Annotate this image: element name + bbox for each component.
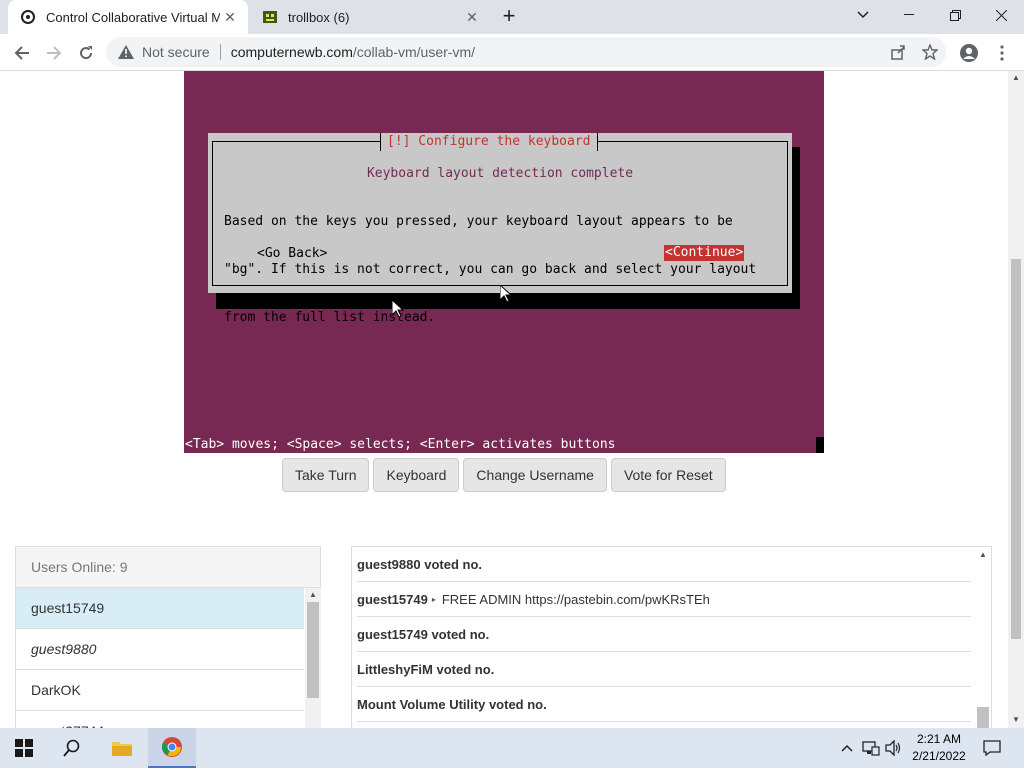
dialog-body: Based on the keys you pressed, your keyb… — [224, 182, 756, 358]
scroll-down-arrow-icon[interactable]: ▼ — [1012, 715, 1020, 724]
vm-corner-block — [816, 437, 824, 453]
chat-message: guest15749 voted no. — [357, 617, 971, 652]
change-username-button[interactable]: Change Username — [463, 458, 607, 492]
omnibox[interactable]: Not secure computernewb.com /collab-vm/u… — [106, 37, 946, 67]
volume-icon[interactable] — [884, 738, 904, 758]
vm-cursor-icon — [500, 285, 512, 303]
chat-text: voted no. — [488, 696, 547, 712]
user-list-item[interactable]: guest27744 — [16, 711, 304, 728]
dialog-body-line: "bg". If this is not correct, you can go… — [224, 262, 757, 277]
chat-message: guest9880 voted no. — [357, 547, 971, 582]
scrollbar-thumb[interactable] — [307, 602, 319, 698]
vm-display[interactable]: [!] Configure the keyboard Keyboard layo… — [184, 71, 824, 453]
mouse-pointer-icon — [392, 300, 404, 318]
minimize-icon[interactable] — [886, 0, 932, 30]
scrollbar-thumb[interactable] — [977, 707, 989, 728]
browser-tab-bar: Control Collaborative Virtual Ma ✕ troll… — [0, 0, 1024, 34]
forward-arrow-icon[interactable] — [40, 39, 68, 67]
chat-message: Mount Volume Utility voted no. — [357, 687, 971, 722]
tab-collab-vm[interactable]: Control Collaborative Virtual Ma ✕ — [8, 0, 248, 34]
warning-icon[interactable] — [118, 44, 134, 60]
url-path: /collab-vm/user-vm/ — [352, 44, 476, 60]
chrome-icon[interactable] — [148, 728, 196, 768]
users-online-header: Users Online: 9 — [16, 547, 320, 588]
profile-avatar-icon[interactable] — [955, 39, 983, 67]
tab-search-chevron-icon[interactable] — [840, 0, 886, 30]
keyboard-button[interactable]: Keyboard — [373, 458, 460, 492]
message-arrow-icon: ▸ — [431, 594, 436, 604]
chat-text: voted no. — [436, 661, 495, 677]
close-tab-icon[interactable]: ✕ — [220, 7, 240, 27]
menu-kebab-icon[interactable] — [988, 39, 1016, 67]
keyboard-config-dialog: [!] Configure the keyboard Keyboard layo… — [208, 133, 792, 325]
share-icon[interactable] — [890, 44, 906, 60]
chat-username: guest9880 — [357, 556, 421, 572]
dialog-title: [!] Configure the keyboard — [380, 133, 598, 151]
chat-text: FREE ADMIN https://pastebin.com/pwKRsTEh — [441, 591, 710, 607]
omnibox-divider — [219, 44, 221, 60]
tab-title: trollbox (6) — [288, 9, 350, 25]
windows-start-icon[interactable] — [0, 728, 48, 768]
chat-message: guest15749 ▸ FREE ADMIN https://pastebin.c… — [357, 582, 971, 617]
trollbox-favicon-icon — [262, 9, 278, 25]
web-page: [!] Configure the keyboard Keyboard layo… — [0, 71, 1008, 728]
chat-panel: guest9880 voted no. guest15749 ▸ FREE ADMI… — [351, 546, 992, 728]
restore-icon[interactable] — [932, 0, 978, 30]
users-online-panel: Users Online: 9 guest15749 guest9880 Dar… — [15, 546, 321, 728]
chat-username: guest15749 — [357, 626, 428, 642]
vote-reset-button[interactable]: Vote for Reset — [610, 458, 726, 492]
vm-control-buttons: Take Turn Keyboard Change Username Vote … — [282, 458, 726, 492]
take-turn-button[interactable]: Take Turn — [282, 458, 370, 492]
scrollbar-thumb[interactable] — [1011, 259, 1021, 639]
dialog-heading: Keyboard layout detection complete — [366, 166, 634, 181]
bookmark-star-icon[interactable] — [922, 44, 938, 60]
go-back-button[interactable]: <Go Back> — [257, 246, 327, 261]
tab-title: Control Collaborative Virtual Ma — [46, 9, 220, 25]
chat-username: guest15749 — [357, 591, 428, 607]
network-icon[interactable] — [861, 738, 881, 758]
clock-time: 2:21 AM — [916, 732, 962, 746]
security-label: Not secure — [142, 44, 210, 60]
chat-text: voted no. — [431, 626, 490, 642]
tab-trollbox[interactable]: trollbox (6) ✕ — [250, 0, 490, 34]
system-clock[interactable]: 2:21 AM 2/21/2022 — [906, 731, 972, 765]
scroll-up-arrow-icon[interactable]: ▲ — [309, 590, 317, 599]
clock-date: 2/21/2022 — [912, 749, 966, 763]
chevron-up-icon[interactable] — [838, 738, 856, 758]
reload-icon[interactable] — [72, 39, 100, 67]
chat-username: Mount Volume Utility — [357, 696, 486, 712]
back-arrow-icon[interactable] — [8, 39, 36, 67]
user-list-item[interactable]: DarkOK — [16, 670, 304, 711]
dialog-body-line: from the full list instead. — [224, 310, 436, 325]
chat-scrollbar[interactable]: ▲ — [975, 547, 991, 728]
chat-username: LittleshyFiM — [357, 661, 433, 677]
scroll-up-arrow-icon[interactable]: ▲ — [979, 550, 987, 559]
chat-message: LittleshyFiM voted no. — [357, 652, 971, 687]
address-toolbar: Not secure computernewb.com /collab-vm/u… — [0, 34, 1024, 71]
continue-button[interactable]: <Continue> — [664, 245, 745, 261]
windows-taskbar: 2:21 AM 2/21/2022 — [0, 728, 1024, 768]
user-list-scrollbar[interactable]: ▲ — [305, 588, 321, 728]
user-list: guest15749 guest9880 DarkOK guest27744 — [16, 588, 304, 728]
notification-icon[interactable] — [980, 738, 1004, 758]
vm-key-hint: <Tab> moves; <Space> selects; <Enter> ac… — [185, 437, 616, 452]
user-list-item[interactable]: guest9880 — [16, 629, 304, 670]
dialog-body-line: Based on the keys you pressed, your keyb… — [224, 214, 733, 229]
chat-text: voted no. — [424, 556, 482, 572]
search-icon[interactable] — [48, 728, 96, 768]
scroll-up-arrow-icon[interactable]: ▲ — [1012, 73, 1020, 82]
page-scrollbar[interactable]: ▲ ▼ — [1008, 71, 1024, 728]
user-list-item[interactable]: guest15749 — [16, 588, 304, 629]
new-tab-button[interactable]: + — [498, 5, 520, 28]
file-explorer-icon[interactable] — [98, 728, 146, 768]
url-host: computernewb.com — [230, 44, 353, 60]
close-window-icon[interactable] — [978, 0, 1024, 30]
collab-vm-favicon-icon — [20, 9, 36, 25]
close-tab-icon[interactable]: ✕ — [462, 7, 482, 27]
